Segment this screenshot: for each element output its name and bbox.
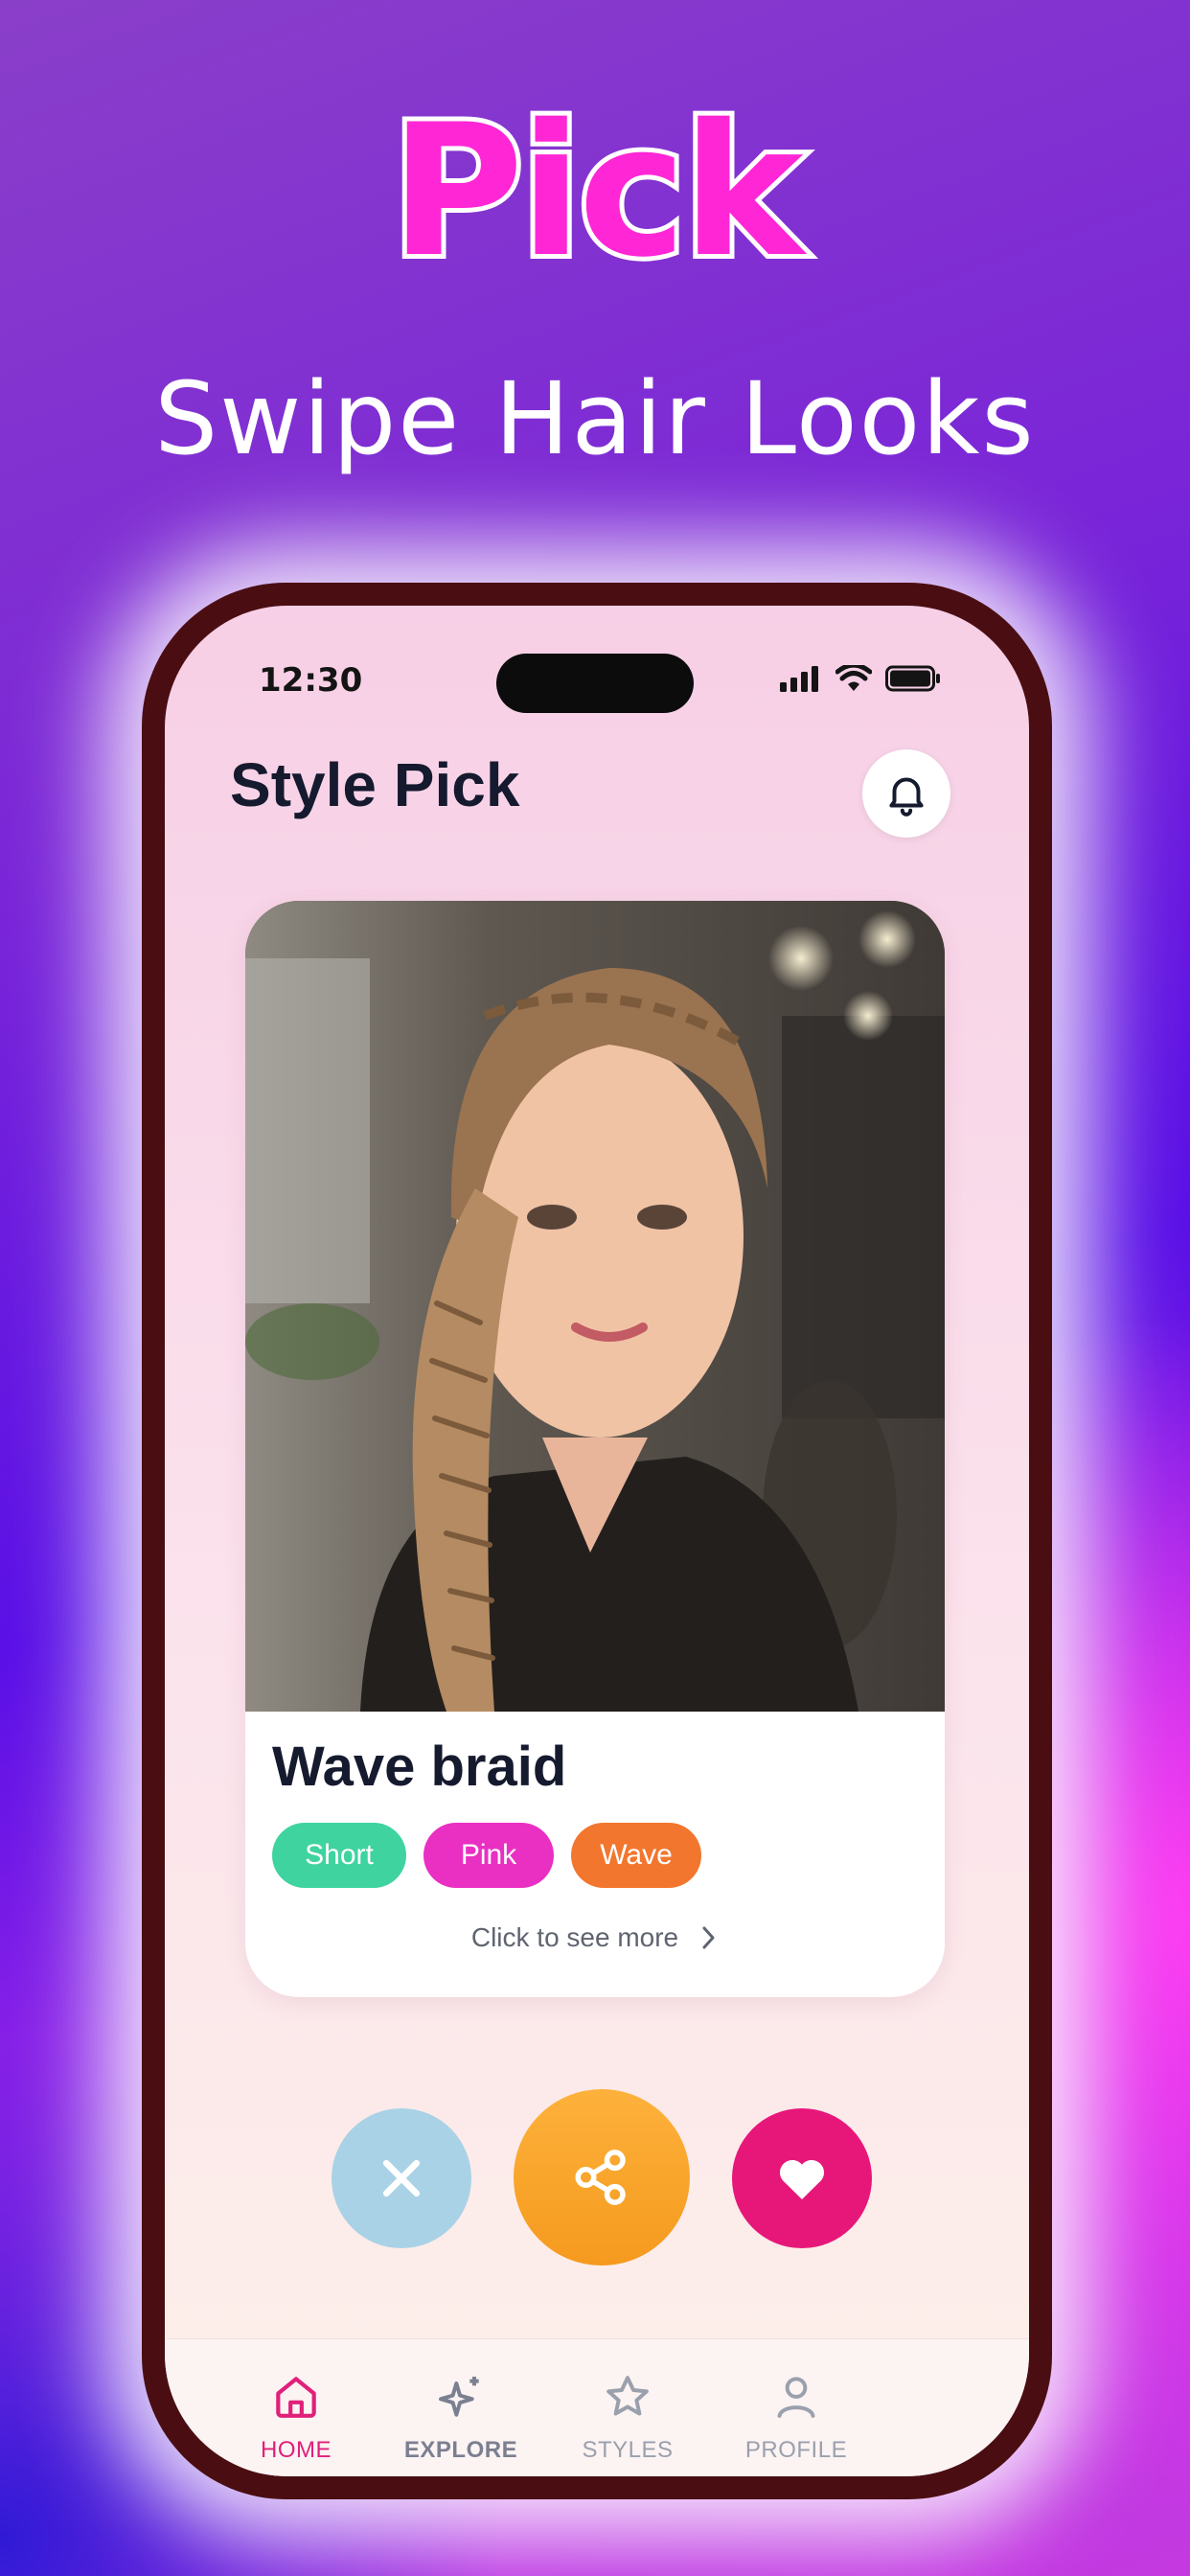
app-title: Style Pick xyxy=(230,750,520,819)
phone-frame: 12:30 Style Pick Wave braid Short Pink W… xyxy=(142,583,1052,2499)
notifications-button[interactable] xyxy=(862,749,950,838)
user-icon xyxy=(777,2377,815,2418)
promo-subtitle: Swipe Hair Looks xyxy=(154,360,1036,477)
bell-icon xyxy=(889,777,924,816)
battery-icon xyxy=(885,665,940,692)
style-photo[interactable] xyxy=(245,901,945,1712)
tab-profile-label: PROFILE xyxy=(744,2437,848,2463)
status-icons xyxy=(780,665,941,692)
sparkles-icon xyxy=(439,2377,479,2417)
promo-title: Pick xyxy=(385,85,808,297)
signal-icon xyxy=(780,666,818,692)
see-more-link[interactable]: Click to see more xyxy=(245,1922,945,1953)
wifi-icon xyxy=(835,665,872,691)
skip-button[interactable] xyxy=(332,2108,471,2248)
style-card[interactable]: Wave braid Short Pink Wave Click to see … xyxy=(245,901,945,1997)
tab-bar: HOME EXPLORE STYLES PROFILE xyxy=(165,2338,1029,2476)
see-more-label: Click to see more xyxy=(470,1922,679,1952)
tab-styles[interactable]: STYLES xyxy=(565,2370,690,2464)
tab-styles-label: STYLES xyxy=(582,2437,674,2463)
heart-icon xyxy=(779,2159,825,2199)
tab-home-label: HOME xyxy=(261,2437,332,2463)
tag-short[interactable]: Short xyxy=(272,1823,406,1888)
share-icon xyxy=(575,2150,626,2205)
share-button[interactable] xyxy=(514,2089,690,2266)
dynamic-island xyxy=(496,654,694,713)
home-icon xyxy=(276,2377,316,2418)
style-tags: Short Pink Wave xyxy=(272,1823,701,1888)
status-time: 12:30 xyxy=(259,661,363,700)
tab-explore[interactable]: EXPLORE xyxy=(399,2370,523,2464)
close-icon xyxy=(382,2159,421,2197)
star-icon xyxy=(606,2376,649,2416)
like-button[interactable] xyxy=(732,2108,872,2248)
style-name: Wave braid xyxy=(272,1736,567,1798)
tag-pink[interactable]: Pink xyxy=(423,1823,554,1888)
tag-wave[interactable]: Wave xyxy=(571,1823,701,1888)
chevron-right-icon xyxy=(702,1926,715,1949)
tab-explore-label: EXPLORE xyxy=(403,2437,518,2463)
phone-screen: 12:30 Style Pick Wave braid Short Pink W… xyxy=(165,606,1029,2476)
tab-profile[interactable]: PROFILE xyxy=(734,2370,858,2464)
tab-home[interactable]: HOME xyxy=(234,2370,358,2464)
